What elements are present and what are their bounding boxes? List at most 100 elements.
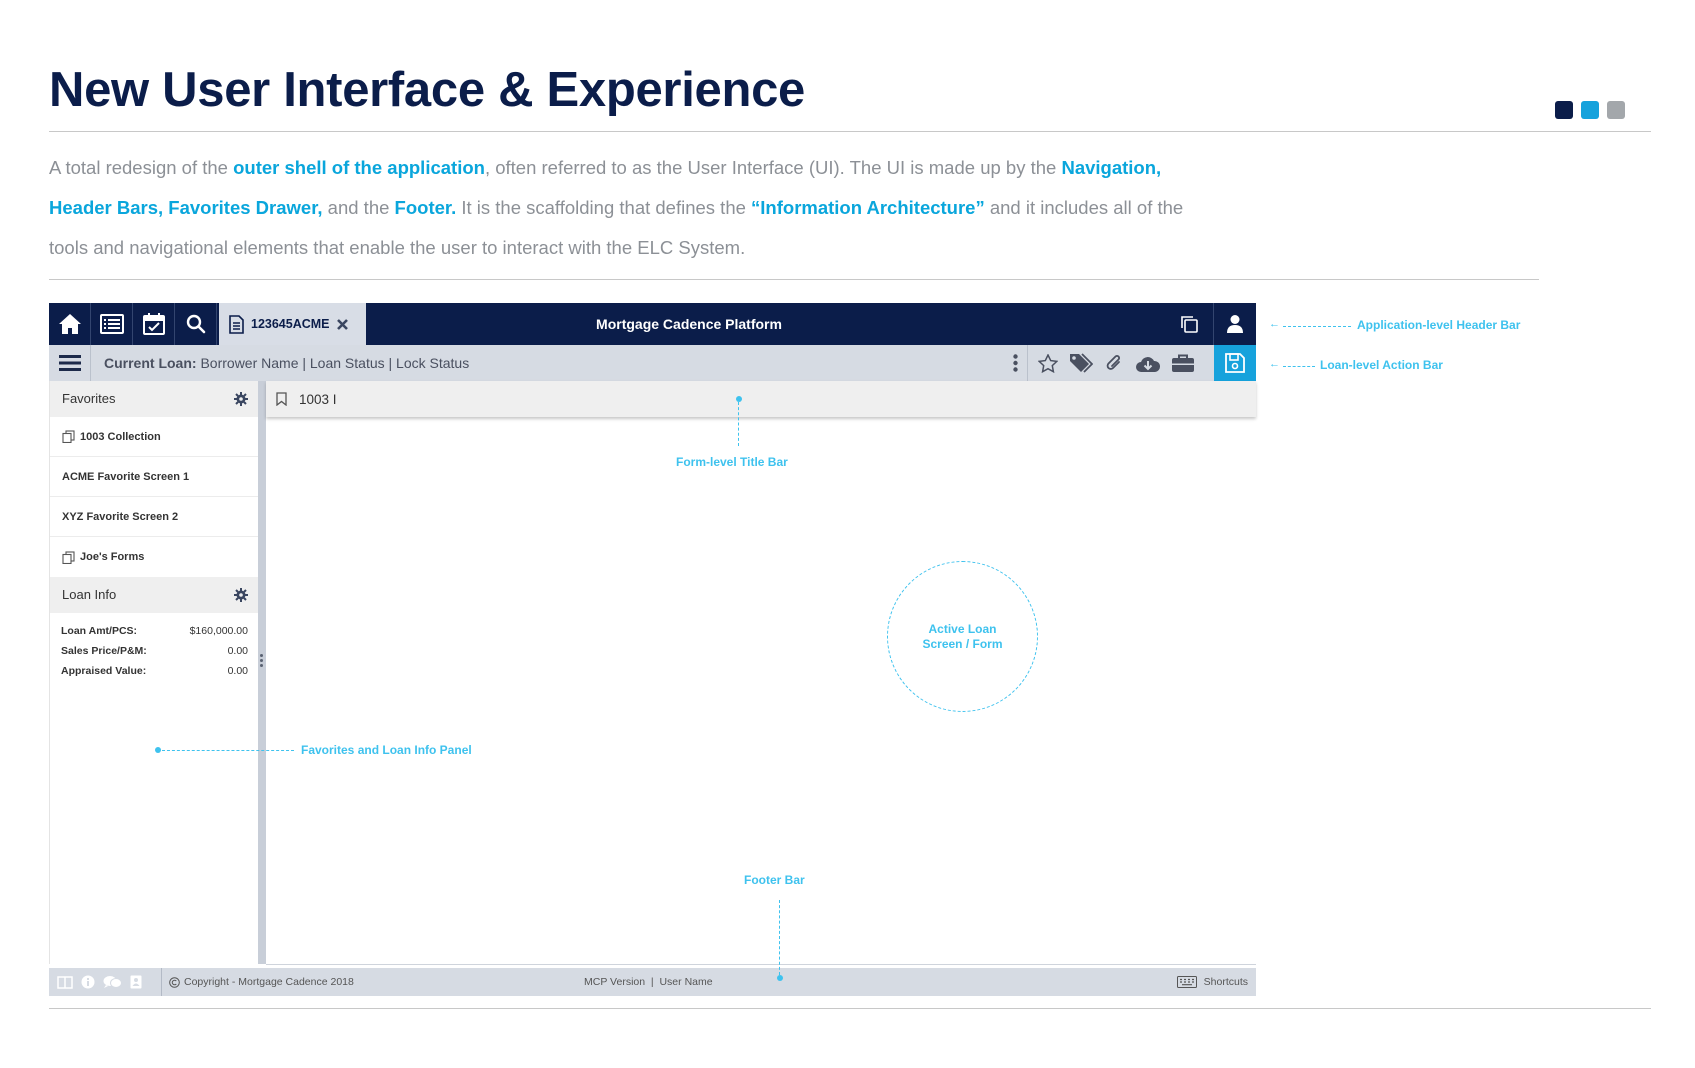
annotation-line (1283, 326, 1351, 327)
loan-tab-label: 123645ACME (251, 317, 330, 331)
application-header-bar: 123645ACME Mortgage Cadence Platform (49, 303, 1256, 345)
annotation-action-bar: Loan-level Action Bar (1320, 358, 1443, 372)
annotation-form-title-bar: Form-level Title Bar (676, 455, 788, 469)
annotation-left-panel: Favorites and Loan Info Panel (301, 743, 472, 757)
gear-icon[interactable] (234, 588, 248, 602)
save-button[interactable] (1214, 345, 1256, 381)
favorite-item-1003-collection[interactable]: 1003 Collection (50, 417, 258, 457)
calendar-check-icon (142, 313, 165, 335)
list-icon (99, 314, 124, 334)
save-icon (1225, 353, 1245, 373)
search-button[interactable] (175, 303, 217, 345)
loan-info-value: 0.00 (227, 665, 248, 677)
footer-icon-group (57, 968, 142, 996)
book-icon[interactable] (57, 975, 73, 989)
annotation-active-screen: Active Loan Screen / Form (887, 561, 1038, 712)
shortcuts-button[interactable]: Shortcuts (1176, 968, 1248, 996)
current-loan-label: Current Loan: (104, 355, 197, 371)
collection-icon (62, 430, 75, 443)
menu-toggle-button[interactable] (49, 345, 91, 381)
home-button[interactable] (49, 303, 91, 345)
search-icon (186, 314, 205, 334)
briefcase-button[interactable] (1166, 345, 1200, 381)
info-icon[interactable] (81, 975, 95, 989)
brand-dot-gray (1607, 101, 1625, 119)
form-title: 1003 I (299, 391, 337, 407)
annotation-arrow: ← (1269, 358, 1280, 370)
intro-paragraph: A total redesign of the outer shell of t… (49, 148, 1189, 268)
favorite-item-label: 1003 Collection (80, 430, 161, 443)
gear-icon[interactable] (234, 392, 248, 406)
form-title-bar: 1003 I (266, 381, 1256, 417)
favorite-item-joes-forms[interactable]: Joe's Forms (50, 537, 258, 577)
attachments-button[interactable] (1097, 345, 1131, 381)
favorite-item-label: ACME Favorite Screen 1 (62, 470, 190, 483)
intro-highlight-1: outer shell of the application (233, 157, 485, 178)
tags-button[interactable] (1064, 345, 1098, 381)
briefcase-icon (1172, 354, 1194, 372)
intro-highlight-4: “Information Architecture” (751, 197, 985, 218)
loan-tab[interactable]: 123645ACME (219, 303, 366, 345)
annotation-dot (736, 396, 742, 402)
annotation-dot (155, 747, 161, 753)
brand-dots (1555, 101, 1625, 119)
brand-dot-blue (1581, 101, 1599, 119)
favorites-header: Favorites (50, 381, 258, 417)
loan-info-row: Appraised Value: 0.00 (61, 661, 248, 681)
annotation-line (1283, 366, 1315, 367)
user-icon (1227, 315, 1243, 333)
footer-divider (161, 968, 162, 996)
list-button[interactable] (91, 303, 133, 345)
intro-divider (49, 279, 1539, 280)
loan-info-heading: Loan Info (62, 587, 117, 602)
annotation-line (738, 402, 739, 446)
favorites-heading: Favorites (62, 391, 116, 406)
calendar-button[interactable] (133, 303, 175, 345)
panel-resize-handle[interactable] (258, 381, 266, 964)
annotation-footer-bar: Footer Bar (744, 873, 805, 887)
annotation-dot (777, 975, 783, 981)
chat-icon[interactable] (103, 975, 122, 989)
window-restore-icon (1180, 315, 1198, 333)
annotation-line (162, 750, 294, 751)
favorite-item-label: XYZ Favorite Screen 2 (62, 510, 179, 523)
annotation-active-screen-line-1: Active Loan (928, 621, 997, 636)
intro-text-2: , often referred to as the User Interfac… (484, 157, 1062, 178)
favorite-item-label: Joe's Forms (80, 551, 145, 563)
loan-info-value: $160,000.00 (189, 625, 248, 637)
window-restore-button[interactable] (1172, 303, 1206, 345)
shortcuts-label: Shortcuts (1203, 976, 1248, 988)
loan-info-row: Loan Amt/PCS: $160,000.00 (61, 621, 248, 641)
favorite-button[interactable] (1031, 345, 1065, 381)
footer-bar: Copyright - Mortgage Cadence 2018 MCP Ve… (49, 968, 1256, 996)
favorite-item-xyz-screen-2[interactable]: XYZ Favorite Screen 2 (50, 497, 258, 537)
collection-icon (62, 550, 75, 564)
keyboard-icon (1176, 976, 1197, 988)
favorites-loan-info-panel: Favorites 1003 Collection ACME Favorite … (49, 381, 258, 964)
copyright-text: Copyright - Mortgage Cadence 2018 (184, 976, 354, 988)
intro-highlight-3: Footer. (394, 197, 457, 218)
copyright-icon (169, 976, 180, 988)
footer-copyright: Copyright - Mortgage Cadence 2018 (169, 968, 354, 996)
bottom-divider (49, 1008, 1651, 1009)
bookmark-icon[interactable] (276, 392, 287, 406)
brand-dot-navy (1555, 101, 1573, 119)
app-title: Mortgage Cadence Platform (596, 316, 782, 332)
current-loan-summary: Current Loan: Borrower Name | Loan Statu… (104, 345, 469, 381)
paperclip-icon (1106, 355, 1120, 370)
annotation-app-header: Application-level Header Bar (1357, 318, 1521, 332)
download-button[interactable] (1131, 345, 1165, 381)
intro-text-3: and the (322, 197, 395, 218)
annotation-arrow: ← (1269, 318, 1280, 330)
user-menu-button[interactable] (1213, 303, 1256, 345)
intro-text-4: It is the scaffolding that defines the (456, 197, 752, 218)
loan-info-value: 0.00 (227, 645, 248, 657)
cloud-download-icon (1136, 356, 1161, 372)
favorite-item-acme-screen-1[interactable]: ACME Favorite Screen 1 (50, 457, 258, 497)
contact-icon[interactable] (130, 975, 142, 989)
annotation-line (779, 900, 780, 975)
more-actions-button[interactable] (1004, 345, 1028, 381)
app-mockup: 123645ACME Mortgage Cadence Platform Cur… (49, 303, 1256, 996)
document-icon (229, 314, 244, 334)
close-icon[interactable] (336, 318, 348, 330)
